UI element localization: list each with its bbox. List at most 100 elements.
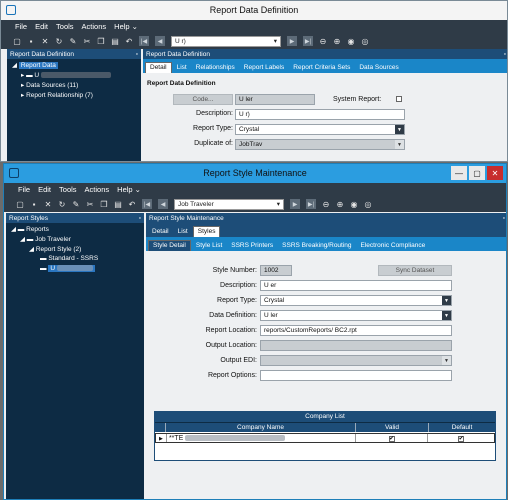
col-valid[interactable]: Valid — [355, 423, 428, 432]
valid-cell[interactable]: ✔ — [354, 434, 428, 442]
menu-file[interactable]: File — [15, 22, 27, 31]
menu-tools[interactable]: Tools — [59, 185, 77, 194]
menu-tools[interactable]: Tools — [56, 22, 74, 31]
undo-icon[interactable]: ↶ — [128, 200, 136, 209]
company-name-cell[interactable]: **TE — [165, 434, 355, 442]
prev-record-icon[interactable]: ◀ — [155, 36, 165, 46]
tab-electronic-compliance[interactable]: Electronic Compliance — [357, 241, 430, 251]
output-location-field[interactable] — [260, 340, 452, 351]
tab-style-detail[interactable]: Style Detail — [148, 240, 191, 251]
refresh-icon[interactable]: ↻ — [58, 200, 66, 209]
refresh-icon[interactable]: ↻ — [55, 37, 63, 46]
duplicate-of-select[interactable]: JobTrav ▼ — [235, 139, 405, 150]
save-icon[interactable]: ▪ — [27, 37, 35, 46]
clear-icon[interactable]: ✎ — [69, 37, 77, 46]
back-icon[interactable]: ⊖ — [319, 37, 327, 46]
dropdown-arrow-icon[interactable]: ▼ — [395, 125, 404, 134]
prev-record-icon[interactable]: ◀ — [158, 199, 168, 209]
tree-node-report-data[interactable]: ◢ Report Data — [12, 61, 58, 69]
tab-data-sources[interactable]: Data Sources — [355, 63, 402, 73]
home-icon[interactable]: ◉ — [347, 37, 355, 46]
description-field[interactable]: U er — [260, 280, 452, 291]
close-icon[interactable]: ✕ — [487, 166, 503, 180]
copy-icon[interactable]: ❐ — [97, 37, 105, 46]
tab-relationships[interactable]: Relationships — [192, 63, 239, 73]
code-field[interactable]: U ler — [235, 94, 315, 105]
table-row[interactable]: ▶ **TE ✔ ✔ — [155, 433, 495, 443]
tab-ssrs-breaking[interactable]: SSRS Breaking/Routing — [278, 241, 355, 251]
tab-report-labels[interactable]: Report Labels — [240, 63, 288, 73]
tree-node-relationships[interactable]: ▸ Report Relationship (7) — [21, 91, 93, 99]
maximize-icon[interactable]: ▢ — [469, 166, 485, 180]
home-icon[interactable]: ◉ — [350, 200, 358, 209]
data-definition-select[interactable]: U ler ▼ — [260, 310, 452, 321]
next-record-icon[interactable]: ▶ — [290, 199, 300, 209]
menu-actions[interactable]: Actions — [82, 22, 107, 31]
menu-help[interactable]: Help ⌄ — [114, 22, 138, 31]
minimize-icon[interactable]: — — [451, 166, 467, 180]
col-default[interactable]: Default — [428, 423, 495, 432]
dropdown-arrow-icon[interactable]: ▼ — [395, 140, 404, 149]
dropdown-arrow-icon[interactable]: ▼ — [442, 296, 451, 305]
style-number-field[interactable]: 1002 — [260, 265, 292, 276]
sync-dataset-button[interactable]: Sync Dataset — [378, 265, 452, 276]
description-field[interactable]: U r) — [235, 109, 405, 120]
code-button[interactable]: Code... — [173, 94, 233, 105]
paste-icon[interactable]: ▤ — [114, 200, 122, 209]
dropdown-arrow-icon[interactable]: ▼ — [442, 311, 451, 320]
paste-icon[interactable]: ▤ — [111, 37, 119, 46]
last-record-icon[interactable]: ▶| — [303, 36, 313, 46]
tab-list[interactable]: List — [174, 227, 192, 237]
system-report-checkbox[interactable] — [396, 96, 402, 102]
tree-node-data-sources[interactable]: ▸ Data Sources (11) — [21, 81, 78, 89]
dropdown-arrow-icon[interactable]: ▼ — [442, 356, 451, 365]
col-company-name[interactable]: Company Name — [165, 423, 355, 432]
record-nav-combo[interactable]: U r) ▾ — [171, 35, 281, 47]
default-checkbox[interactable]: ✔ — [458, 436, 465, 442]
copy-icon[interactable]: ❐ — [100, 200, 108, 209]
report-type-select[interactable]: Crystal ▼ — [260, 295, 452, 306]
record-nav-combo[interactable]: Job Traveler ▾ — [174, 198, 284, 210]
new-icon[interactable]: ▢ — [16, 200, 24, 209]
cut-icon[interactable]: ✂ — [83, 37, 91, 46]
valid-checkbox[interactable]: ✔ — [388, 436, 395, 442]
save-icon[interactable]: ▪ — [30, 200, 38, 209]
tree-node-custom-style[interactable]: ▬ U — [40, 265, 95, 272]
tree-node-reports[interactable]: ◢ ▬ Reports — [11, 225, 49, 233]
first-record-icon[interactable]: |◀ — [139, 36, 149, 46]
help-icon[interactable]: ◎ — [361, 37, 369, 46]
tab-style-list[interactable]: Style List — [192, 241, 226, 251]
clear-icon[interactable]: ✎ — [72, 200, 80, 209]
tree-node-definition[interactable]: ▸ ▬ U — [21, 71, 111, 79]
menu-actions[interactable]: Actions — [85, 185, 110, 194]
menu-edit[interactable]: Edit — [38, 185, 51, 194]
next-record-icon[interactable]: ▶ — [287, 36, 297, 46]
output-edi-select[interactable]: ▼ — [260, 355, 452, 366]
new-icon[interactable]: ▢ — [13, 37, 21, 46]
delete-icon[interactable]: ✕ — [44, 200, 52, 209]
report-type-select[interactable]: Crystal ▼ — [235, 124, 405, 135]
report-location-field[interactable]: reports/CustomReports/ BC2.rpt — [260, 325, 452, 336]
tree-node-job-traveler[interactable]: ◢ ▬ Job Traveler — [20, 235, 71, 243]
report-options-field[interactable] — [260, 370, 452, 381]
forward-icon[interactable]: ⊕ — [336, 200, 344, 209]
help-icon[interactable]: ◎ — [364, 200, 372, 209]
delete-icon[interactable]: ✕ — [41, 37, 49, 46]
menu-edit[interactable]: Edit — [35, 22, 48, 31]
first-record-icon[interactable]: |◀ — [142, 199, 152, 209]
tab-criteria-sets[interactable]: Report Criteria Sets — [289, 63, 354, 73]
undo-icon[interactable]: ↶ — [125, 37, 133, 46]
last-record-icon[interactable]: ▶| — [306, 199, 316, 209]
tab-detail[interactable]: Detail — [148, 227, 173, 237]
tab-detail[interactable]: Detail — [145, 62, 172, 73]
menu-file[interactable]: File — [18, 185, 30, 194]
tree-node-standard-ssrs[interactable]: ▬ Standard - SSRS — [40, 255, 98, 262]
tab-styles[interactable]: Styles — [192, 226, 221, 237]
tab-list[interactable]: List — [173, 63, 191, 73]
back-icon[interactable]: ⊖ — [322, 200, 330, 209]
tab-ssrs-printers[interactable]: SSRS Printers — [227, 241, 277, 251]
tree-node-report-style[interactable]: ◢ Report Style (2) — [29, 245, 81, 253]
menu-help[interactable]: Help ⌄ — [117, 185, 141, 194]
default-cell[interactable]: ✔ — [427, 434, 494, 442]
forward-icon[interactable]: ⊕ — [333, 37, 341, 46]
